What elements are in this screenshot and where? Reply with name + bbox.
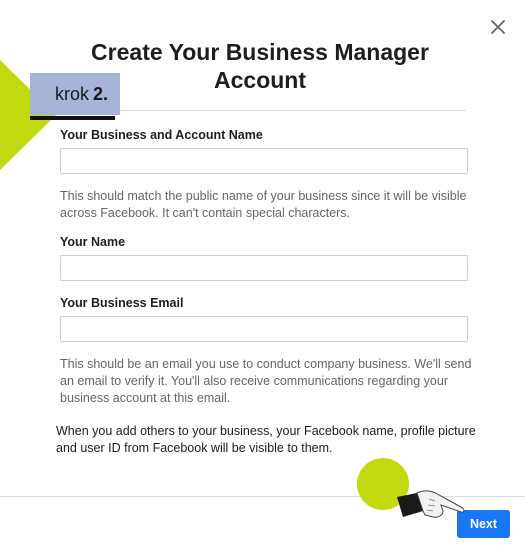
- business-name-label: Your Business and Account Name: [60, 128, 263, 142]
- dialog-title: Create Your Business Manager Account: [91, 39, 429, 93]
- business-name-input[interactable]: [60, 148, 468, 174]
- your-name-label: Your Name: [60, 235, 126, 249]
- business-name-help: This should match the public name of you…: [60, 189, 467, 220]
- business-email-label: Your Business Email: [60, 296, 184, 310]
- business-email-input[interactable]: [60, 316, 468, 342]
- step-number: 2.: [93, 83, 109, 104]
- step-underline: [30, 116, 115, 120]
- your-name-input[interactable]: [60, 255, 468, 281]
- privacy-notice: When you add others to your business, yo…: [56, 424, 476, 455]
- step-badge: krok 2.: [30, 73, 120, 115]
- pointing-hand-icon: [395, 485, 470, 525]
- close-icon[interactable]: [488, 17, 508, 37]
- step-word: krok: [55, 83, 90, 104]
- business-email-help: This should be an email you use to condu…: [60, 357, 472, 405]
- title-divider: [60, 110, 466, 111]
